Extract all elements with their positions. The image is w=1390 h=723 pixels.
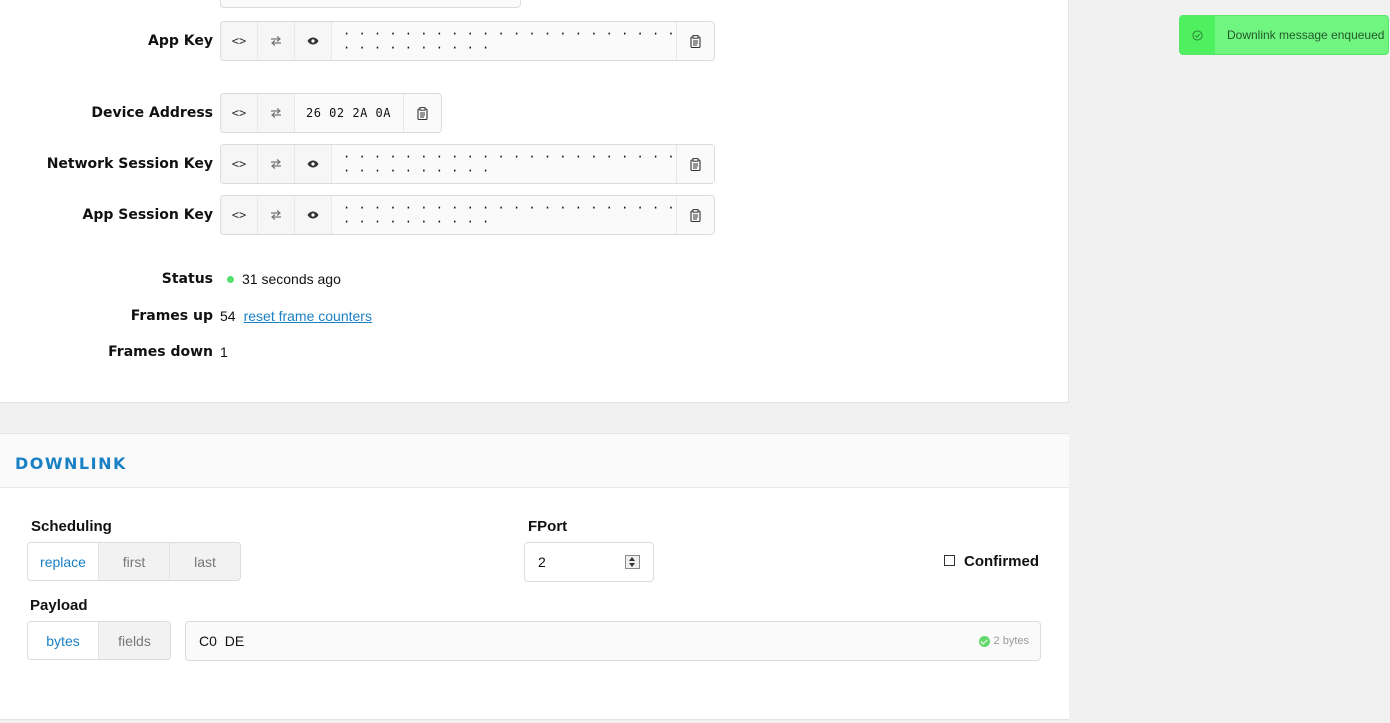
code-toggle-icon[interactable]: <> <box>221 22 258 60</box>
code-toggle-icon[interactable]: <> <box>221 145 258 183</box>
clipboard-icon[interactable] <box>677 22 714 60</box>
network-session-key-field: <> · · · · · · · · · · · · · · · · · · ·… <box>220 144 715 184</box>
check-circle-icon <box>978 635 990 647</box>
clipboard-icon[interactable] <box>677 145 714 183</box>
device-settings-panel: App Key <> · · · · · · · · · · · · · · ·… <box>0 0 1069 403</box>
reset-frame-counters-link[interactable]: reset frame counters <box>244 308 372 324</box>
frames-down-label: Frames down <box>108 344 213 360</box>
device-address-field: <> 26 02 2A 0A <box>220 93 442 133</box>
device-address-value: 26 02 2A 0A <box>295 94 404 132</box>
confirmed-label[interactable]: Confirmed <box>964 553 1039 570</box>
code-toggle-icon[interactable]: <> <box>221 196 258 234</box>
payload-byte-count: 2 bytes <box>978 635 1029 647</box>
scheduling-selector: replace first last <box>27 542 241 581</box>
eye-icon[interactable] <box>295 22 332 60</box>
device-address-label: Device Address <box>91 105 213 121</box>
scheduling-option-replace[interactable]: replace <box>28 543 99 580</box>
payload-input[interactable]: C0 DE 2 bytes <box>185 621 1041 661</box>
frames-up-value-row: 54 reset frame counters <box>220 308 372 324</box>
fport-value: 2 <box>538 554 546 570</box>
byte-order-swap-icon[interactable] <box>258 196 295 234</box>
network-session-key-label: Network Session Key <box>46 156 213 172</box>
status-last-seen: 31 seconds ago <box>242 271 341 287</box>
app-key-field: <> · · · · · · · · · · · · · · · · · · ·… <box>220 21 715 61</box>
previous-field-fragment <box>220 0 521 8</box>
eye-icon[interactable] <box>295 145 332 183</box>
clipboard-icon[interactable] <box>677 196 714 234</box>
downlink-title: DOWNLINK <box>15 454 127 473</box>
frames-up-value: 54 <box>220 308 236 324</box>
payload-value: C0 DE <box>199 633 245 649</box>
byte-order-swap-icon[interactable] <box>258 145 295 183</box>
payload-mode-fields[interactable]: fields <box>99 622 170 659</box>
fport-stepper[interactable] <box>625 555 640 569</box>
network-session-key-value: · · · · · · · · · · · · · · · · · · · · … <box>332 145 677 183</box>
status-value: 31 seconds ago <box>227 271 341 287</box>
app-session-key-label: App Session Key <box>82 207 213 223</box>
status-online-dot <box>227 276 234 283</box>
fport-input[interactable]: 2 <box>524 542 654 582</box>
toast-message: Downlink message enqueued <box>1227 28 1385 42</box>
byte-order-swap-icon[interactable] <box>258 22 295 60</box>
status-label: Status <box>161 271 213 287</box>
app-key-label: App Key <box>148 33 213 49</box>
payload-label: Payload <box>30 597 88 614</box>
payload-byte-count-text: 2 bytes <box>993 635 1029 647</box>
eye-icon[interactable] <box>295 196 332 234</box>
payload-mode-selector: bytes fields <box>27 621 171 660</box>
byte-order-swap-icon[interactable] <box>258 94 295 132</box>
scheduling-option-first[interactable]: first <box>99 543 170 580</box>
clipboard-icon[interactable] <box>404 94 441 132</box>
confirmed-checkbox[interactable] <box>944 555 955 566</box>
code-toggle-icon[interactable]: <> <box>221 94 258 132</box>
downlink-panel: DOWNLINK Scheduling replace first last F… <box>0 433 1069 720</box>
app-key-value: · · · · · · · · · · · · · · · · · · · · … <box>332 22 677 60</box>
scheduling-option-last[interactable]: last <box>170 543 240 580</box>
fport-label: FPort <box>528 518 568 535</box>
toast-notification[interactable]: Downlink message enqueued <box>1179 15 1389 55</box>
downlink-header: DOWNLINK <box>0 434 1069 488</box>
payload-mode-bytes[interactable]: bytes <box>28 622 99 659</box>
frames-up-label: Frames up <box>130 308 213 324</box>
app-session-key-field: <> · · · · · · · · · · · · · · · · · · ·… <box>220 195 715 235</box>
scheduling-label: Scheduling <box>31 518 112 535</box>
check-circle-icon <box>1180 16 1215 54</box>
frames-down-value: 1 <box>220 344 228 360</box>
app-session-key-value: · · · · · · · · · · · · · · · · · · · · … <box>332 196 677 234</box>
